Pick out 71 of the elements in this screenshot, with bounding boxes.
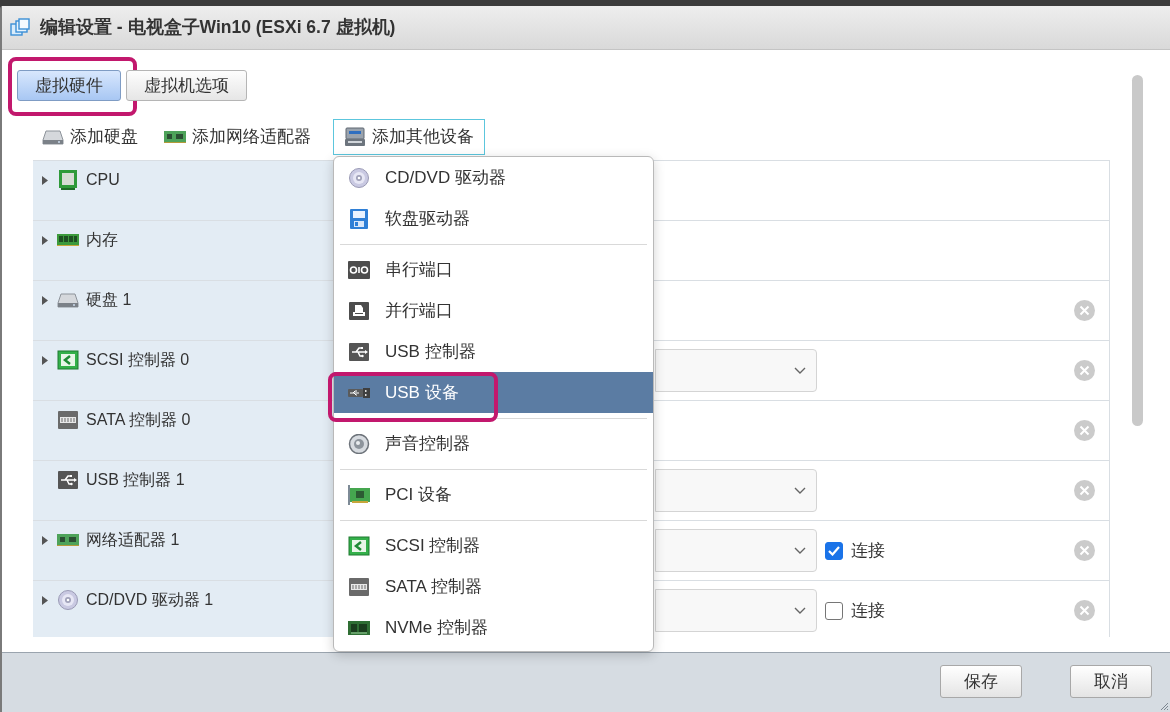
expand-arrow-icon[interactable] [42,235,48,245]
controller-icon [57,410,79,430]
menu-item[interactable]: 声音控制器 [334,423,653,464]
expand-arrow-icon[interactable] [42,175,48,185]
scrollbar[interactable] [1132,75,1143,426]
toolbar-button[interactable]: 添加其他设备 [333,119,485,155]
device-label: CPU [86,170,120,190]
expand-arrow-icon[interactable] [42,355,48,365]
drive-icon [344,127,366,147]
usb-icon [57,470,79,490]
resize-grip-icon[interactable] [1161,703,1168,710]
window-stack-icon [10,17,31,38]
disc-icon [348,167,370,188]
disc-icon [57,590,79,610]
toolbar-button[interactable]: 添加硬盘 [38,119,142,155]
device-label: 硬盘 1 [86,290,132,310]
checkmark-icon [828,545,840,556]
dropdown-field[interactable] [655,349,817,392]
toolbar-button[interactable]: 添加网络适配器 [160,119,315,155]
hard-drive-icon [57,290,79,310]
chevron-down-icon [794,547,806,554]
controller-icon [348,576,370,597]
menu-item[interactable]: CD/DVD 驱动器 [334,157,653,198]
menu-item[interactable]: USB 控制器 [334,331,653,372]
checkbox-label: 连接 [851,539,885,562]
device-label: USB 控制器 1 [86,470,185,490]
dialog-button[interactable]: 保存 [940,665,1022,698]
device-label: SATA 控制器 0 [86,410,191,430]
dropdown-field[interactable] [655,529,817,572]
expand-arrow-icon[interactable] [42,295,48,305]
tab[interactable]: 虚拟硬件 [17,70,121,101]
window-title: 编辑设置 - 电视盒子Win10 (ESXi 6.7 虚拟机) [40,16,396,40]
remove-icon[interactable] [1074,540,1095,561]
device-label: 内存 [86,230,118,250]
dropdown-field[interactable] [655,589,817,632]
controller-icon [348,535,370,556]
usb-icon [348,341,370,362]
remove-icon[interactable] [1074,600,1095,621]
chevron-down-icon [794,607,806,614]
expand-arrow-icon[interactable] [42,595,48,605]
hard-drive-icon [42,127,64,147]
chip-icon [57,170,79,190]
menu-item[interactable]: 并行端口 [334,290,653,331]
device-label: CD/DVD 驱动器 1 [86,590,214,610]
expand-arrow-icon[interactable] [42,535,48,545]
dialog-button[interactable]: 取消 [1070,665,1152,698]
menu-item[interactable]: NVMe 控制器 [334,607,653,648]
remove-icon[interactable] [1074,300,1095,321]
menu-item[interactable]: 软盘驱动器 [334,198,653,239]
menu-item[interactable]: USB 设备 [334,372,653,413]
remove-icon[interactable] [1074,420,1095,441]
menu-item[interactable]: SCSI 控制器 [334,525,653,566]
remove-icon[interactable] [1074,480,1095,501]
controller-icon [57,350,79,370]
menu-item[interactable]: SATA 控制器 [334,566,653,607]
menu-item[interactable]: PCI 设备 [334,474,653,515]
device-label: SCSI 控制器 0 [86,350,190,370]
parallel-port-icon [348,300,370,321]
checkbox[interactable] [825,541,843,560]
speaker-icon [348,433,370,454]
expansion-card-icon [348,484,370,505]
menu-item[interactable]: 串行端口 [334,249,653,290]
chevron-down-icon [794,367,806,374]
tab[interactable]: 虚拟机选项 [126,70,247,101]
chevron-down-icon [794,487,806,494]
device-label: 网络适配器 1 [86,530,180,550]
checkbox[interactable] [825,601,843,620]
checkbox-label: 连接 [851,599,885,622]
remove-icon[interactable] [1074,360,1095,381]
dropdown-field[interactable] [655,469,817,512]
serial-port-icon [348,259,370,280]
